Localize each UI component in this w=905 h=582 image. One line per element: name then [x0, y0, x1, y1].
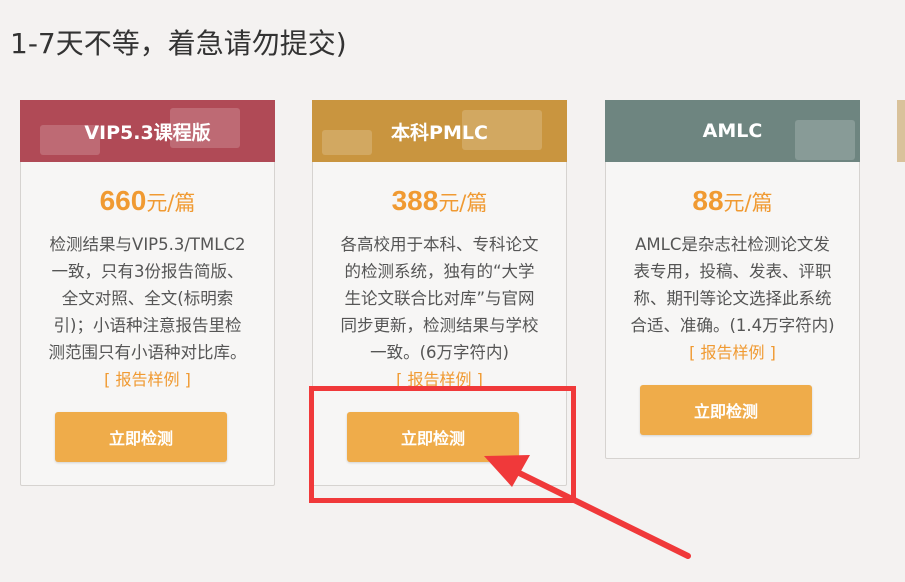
annotation-arrow-icon [484, 455, 691, 559]
card-title: 本科PMLC [391, 121, 488, 144]
page: 1-7天不等，着急请勿提交) VIP5.3课程版 660元/篇 检测结果与VIP… [0, 0, 905, 582]
card-title: AMLC [702, 120, 763, 142]
card-title: VIP5.3课程版 [84, 121, 211, 144]
